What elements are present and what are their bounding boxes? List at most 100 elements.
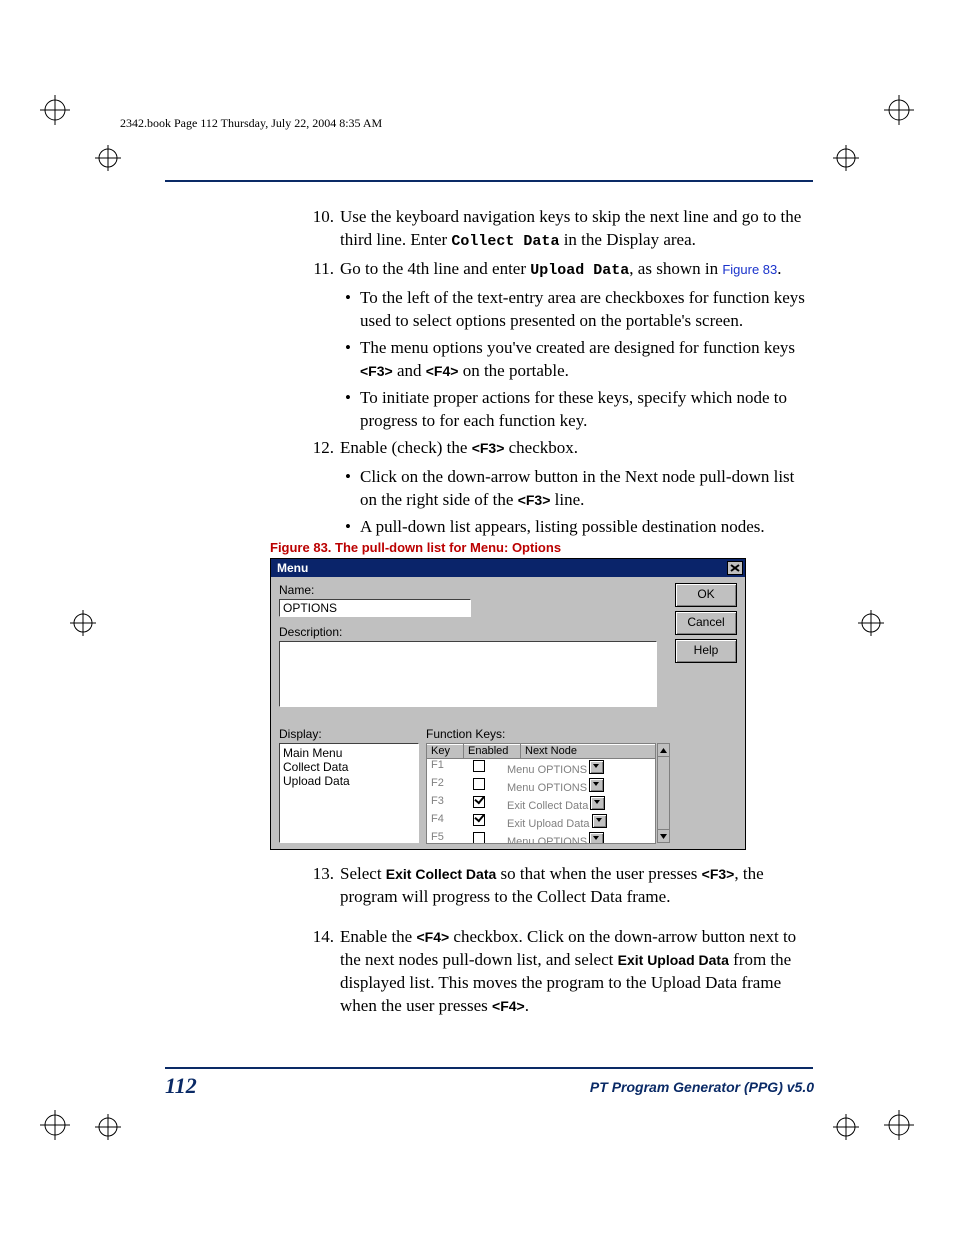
- fk-col-key: Key: [427, 744, 464, 758]
- text: .: [525, 996, 529, 1015]
- crop-mark-icon: [884, 95, 914, 125]
- crop-mark-icon: [833, 1114, 859, 1140]
- fk-next-node: Menu OPTIONS: [503, 831, 655, 844]
- name-label: Name:: [279, 583, 314, 597]
- fk-key: F4: [427, 813, 455, 831]
- description-textarea[interactable]: [279, 641, 657, 707]
- scroll-up-icon[interactable]: [658, 744, 669, 757]
- step-body: Select Exit Collect Data so that when th…: [340, 863, 810, 909]
- key-text: <F3>: [472, 440, 505, 456]
- dropdown-icon[interactable]: [589, 832, 604, 844]
- step-13: 13. Select Exit Collect Data so that whe…: [300, 863, 810, 909]
- fk-enabled-cell: [455, 795, 503, 813]
- bullet-icon: •: [336, 337, 360, 383]
- fk-row: F3Exit Collect Data: [427, 795, 655, 813]
- text: .: [777, 259, 781, 278]
- display-listbox[interactable]: Main Menu Collect Data Upload Data: [279, 743, 419, 843]
- name-input[interactable]: [279, 599, 471, 617]
- crop-mark-icon: [884, 1110, 914, 1140]
- step-number: 11.: [300, 258, 340, 281]
- display-line: Main Menu: [283, 746, 415, 760]
- checkbox[interactable]: [473, 760, 485, 772]
- bullet-body: To initiate proper actions for these key…: [360, 387, 810, 433]
- fk-row: F4 Exit Upload Data: [427, 813, 655, 831]
- step-body: Enable the <F4> checkbox. Click on the d…: [340, 926, 810, 1018]
- bullet-icon: •: [336, 387, 360, 433]
- body-column-lower: 13. Select Exit Collect Data so that whe…: [300, 860, 810, 1024]
- fk-enabled-cell: [455, 813, 503, 831]
- checkbox[interactable]: [473, 814, 485, 826]
- text: in the Display area.: [559, 230, 695, 249]
- function-keys-label: Function Keys:: [426, 727, 505, 741]
- scrollbar[interactable]: [657, 743, 670, 843]
- text: Enable (check) the: [340, 438, 472, 457]
- bullet-icon: •: [336, 516, 360, 539]
- step-14: 14. Enable the <F4> checkbox. Click on t…: [300, 926, 810, 1018]
- bullet-item: •To initiate proper actions for these ke…: [336, 387, 810, 433]
- fk-key: F5: [427, 831, 455, 844]
- fk-key: F2: [427, 777, 455, 795]
- fk-next-label: Menu OPTIONS: [507, 836, 587, 844]
- scroll-down-icon[interactable]: [658, 829, 669, 842]
- bullet-item: •Click on the down-arrow button in the N…: [336, 466, 810, 512]
- crop-mark-icon: [95, 145, 121, 171]
- checkbox[interactable]: [473, 832, 485, 844]
- step-body: Go to the 4th line and enter Upload Data…: [340, 258, 810, 281]
- fk-next-node: Menu OPTIONS: [503, 777, 655, 795]
- text: Go to the 4th line and enter: [340, 259, 530, 278]
- header-rule: [165, 180, 813, 182]
- fk-next-label: Menu OPTIONS: [507, 782, 587, 794]
- checkbox[interactable]: [473, 796, 485, 808]
- key-text: <F3>: [518, 492, 551, 508]
- display-line: Upload Data: [283, 774, 415, 788]
- dropdown-icon[interactable]: [589, 778, 604, 792]
- dropdown-icon[interactable]: [589, 760, 604, 774]
- step-11: 11. Go to the 4th line and enter Upload …: [300, 258, 810, 281]
- fk-enabled-cell: [455, 777, 503, 795]
- fk-next-label: Menu OPTIONS: [507, 764, 587, 776]
- text: line.: [550, 490, 584, 509]
- display-label: Display:: [279, 727, 322, 741]
- fk-next-node: Exit Upload Data: [503, 813, 655, 831]
- footer-rule: [165, 1067, 813, 1069]
- bullet-item: •The menu options you've created are des…: [336, 337, 810, 383]
- crop-mark-icon: [70, 610, 96, 636]
- figure-caption: Figure 83. The pull-down list for Menu: …: [270, 540, 561, 555]
- function-keys-table: Key Enabled Next Node F1Menu OPTIONSF2Me…: [426, 743, 656, 843]
- text: checkbox.: [504, 438, 578, 457]
- step-number: 12.: [300, 437, 340, 460]
- fk-next-label: Exit Collect Data: [507, 800, 588, 812]
- dropdown-icon[interactable]: [592, 814, 607, 828]
- key-text: <F3>: [702, 866, 735, 882]
- code-text: Collect Data: [451, 233, 559, 250]
- close-icon[interactable]: [727, 561, 743, 575]
- menu-dialog: Menu Name: Description: Display: Functio…: [270, 558, 746, 850]
- text: The menu options you've created are desi…: [360, 338, 795, 357]
- key-text: <F4>: [492, 998, 525, 1014]
- help-button[interactable]: Help: [675, 639, 737, 663]
- fk-enabled-cell: [455, 831, 503, 844]
- key-text: <F4>: [416, 929, 449, 945]
- page-number: 112: [165, 1073, 197, 1099]
- crop-mark-icon: [95, 1114, 121, 1140]
- step-12: 12. Enable (check) the <F3> checkbox.: [300, 437, 810, 460]
- checkbox[interactable]: [473, 778, 485, 790]
- body-column: 10. Use the keyboard navigation keys to …: [300, 203, 810, 543]
- fk-row: F1Menu OPTIONS: [427, 759, 655, 777]
- dropdown-icon[interactable]: [590, 796, 605, 810]
- text: Enable the: [340, 927, 416, 946]
- step-number: 10.: [300, 206, 340, 252]
- bullet-item: •A pull-down list appears, listing possi…: [336, 516, 810, 539]
- step-10: 10. Use the keyboard navigation keys to …: [300, 206, 810, 252]
- dialog-titlebar[interactable]: Menu: [271, 559, 745, 577]
- fk-row: F5 Menu OPTIONS: [427, 831, 655, 844]
- step-body: Enable (check) the <F3> checkbox.: [340, 437, 810, 460]
- figure-link[interactable]: Figure 83: [722, 262, 777, 277]
- fk-next-label: Exit Upload Data: [507, 818, 590, 830]
- fk-rows: F1Menu OPTIONSF2Menu OPTIONSF3Exit Colle…: [426, 759, 656, 844]
- cancel-button[interactable]: Cancel: [675, 611, 737, 635]
- ok-button[interactable]: OK: [675, 583, 737, 607]
- fk-enabled-cell: [455, 759, 503, 777]
- fk-next-node: Exit Collect Data: [503, 795, 655, 813]
- crop-mark-icon: [833, 145, 859, 171]
